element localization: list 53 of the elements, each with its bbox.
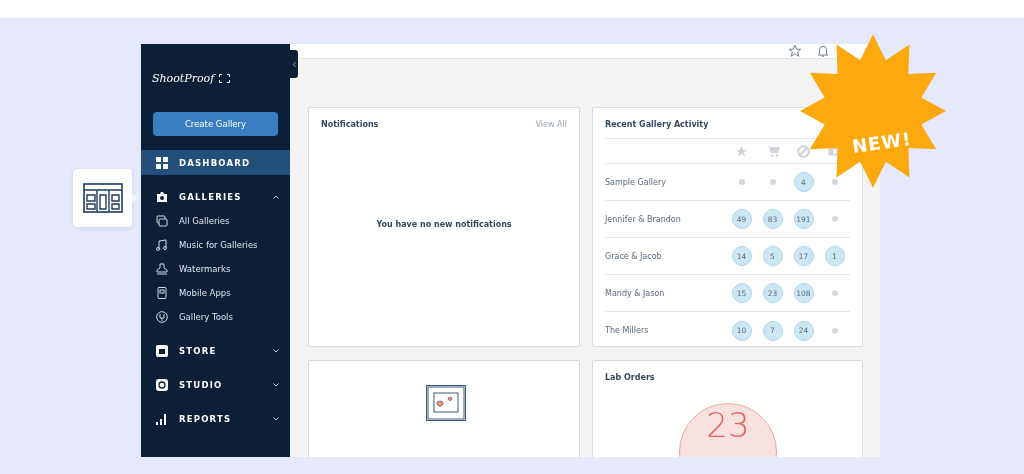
empty-dot — [831, 290, 838, 296]
stamp-icon — [156, 263, 168, 275]
grid-icon — [156, 156, 168, 169]
layout-icon — [82, 183, 123, 213]
collapse-tab[interactable] — [290, 50, 298, 78]
chevron-down-icon[interactable] — [273, 348, 279, 353]
framed-hearts-icon — [426, 385, 466, 421]
chevron-down-icon[interactable] — [273, 382, 279, 387]
stack-icon — [156, 215, 168, 227]
order-count: 23 — [706, 408, 750, 447]
nav-item[interactable]: STUDIO — [141, 372, 290, 397]
empty-dot — [738, 179, 745, 185]
store-icon — [156, 344, 168, 357]
phone-icon — [156, 287, 168, 299]
nav-subitem[interactable]: Music for Galleries — [141, 233, 290, 257]
logo: ShootProof — [152, 71, 215, 85]
nav-item[interactable]: REPORTS — [141, 406, 290, 431]
tools-icon — [156, 311, 168, 323]
empty-dot — [831, 216, 838, 222]
nav-item[interactable]: STORE — [141, 338, 290, 363]
prohibited-icon — [797, 144, 810, 158]
empty-dot — [831, 327, 838, 334]
nav-subitem[interactable]: Gallery Tools — [141, 305, 290, 329]
nav-item[interactable]: GALLERIES — [141, 184, 290, 209]
cart-icon — [765, 145, 780, 157]
new-badge-text: NEW! — [850, 127, 913, 158]
nav-subitem[interactable]: All Galleries — [141, 209, 290, 233]
gallery-name[interactable]: Sample Gallery — [605, 177, 667, 187]
gallery-name[interactable]: Mandy & Jason — [605, 288, 665, 298]
studio-icon — [156, 378, 168, 391]
create-gallery-button[interactable]: Create Gallery — [153, 112, 278, 136]
chevron-left-icon — [292, 61, 296, 67]
music-note-icon — [156, 239, 168, 251]
empty-dot — [769, 179, 776, 185]
camera-icon — [156, 190, 168, 203]
chevron-up-icon[interactable] — [273, 194, 279, 199]
card-title: Recent Gallery Activity — [605, 120, 709, 129]
gallery-name[interactable]: Jennifer & Brandon — [605, 214, 681, 224]
card-title: Notifications — [321, 120, 379, 129]
nav-subitem[interactable]: Watermarks — [141, 257, 290, 281]
frame-corners-icon — [219, 73, 231, 83]
gallery-name[interactable]: Grace & Jacob — [605, 251, 662, 261]
star-icon — [735, 144, 748, 158]
chevron-down-icon[interactable] — [273, 416, 279, 421]
empty-message: You have no new notifications — [376, 219, 512, 229]
bell-icon[interactable] — [816, 44, 830, 58]
nav-subitem[interactable]: Mobile Apps — [141, 281, 290, 305]
card-title: Lab Orders — [605, 373, 655, 382]
star-icon[interactable] — [788, 44, 802, 58]
empty-dot — [831, 179, 838, 185]
nav-item[interactable]: DASHBOARD — [141, 150, 290, 175]
gallery-name[interactable]: The Millers — [605, 326, 649, 335]
bar-chart-icon — [156, 412, 168, 425]
